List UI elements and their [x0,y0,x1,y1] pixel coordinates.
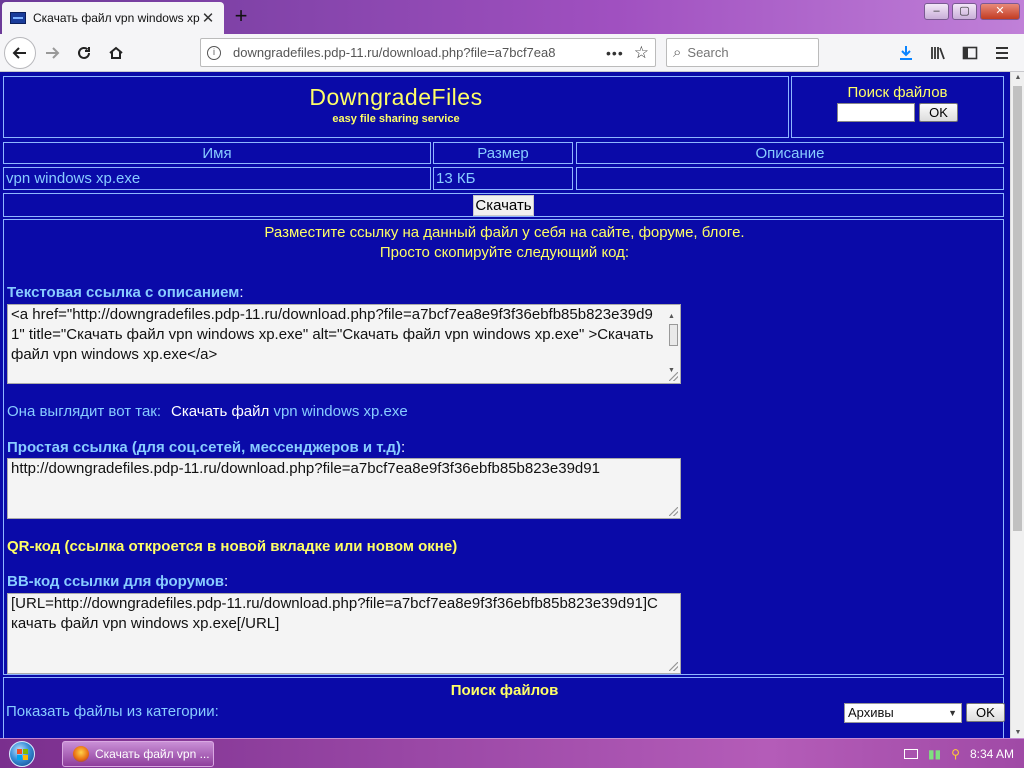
share-message-line2: Просто скопируйте следующий код: [379,244,630,261]
scrollbar-thumb[interactable] [1013,86,1022,531]
back-button[interactable] [4,36,36,69]
search-box[interactable]: ⌕ [666,38,819,67]
close-window-button[interactable]: ✕ [980,3,1020,20]
search-input[interactable] [687,45,798,60]
download-row: Скачать [3,193,1004,217]
bb-code-textarea[interactable]: [URL=http://downgradefiles.pdp-11.ru/dow… [7,593,681,674]
network-icon[interactable]: ▮▮ [928,747,941,761]
page-actions-icon[interactable]: ••• [606,45,624,61]
taskbar-firefox-item[interactable]: Скачать файл vpn ... [62,741,214,767]
maximize-button[interactable]: ▢ [952,3,977,20]
resize-grip-icon[interactable] [669,372,678,381]
category-selected: Архивы [848,705,894,720]
scroll-down-icon[interactable]: ▼ [1013,729,1023,736]
browser-tab[interactable]: Скачать файл vpn windows xp.exe ✕ [2,2,224,34]
tab-title: Скачать файл vpn windows xp.exe [33,11,200,25]
link-preview-filename[interactable]: vpn windows xp.exe [273,403,407,420]
site-info-icon[interactable]: i [207,45,221,60]
category-panel-title: Поиск файлов [450,682,559,699]
category-select[interactable]: Архивы ▼ [844,703,962,723]
tray-search-icon[interactable]: ⚲ [951,747,960,761]
download-button[interactable]: Скачать [473,195,534,216]
site-favicon-icon [10,12,26,24]
category-panel: Поиск файлов Показать файлы из категории… [3,677,1005,738]
file-search-input[interactable] [837,103,916,122]
chevron-down-icon: ▼ [948,708,957,718]
url-text[interactable]: downgradefiles.pdp-11.ru/download.php?fi… [233,45,596,60]
file-name-cell: vpn windows xp.exe [3,167,431,190]
window-controls: – ▢ ✕ [924,3,1020,20]
simple-link-label: Простая ссылка (для соц.сетей, мессендже… [7,439,406,456]
home-button[interactable] [100,37,132,69]
site-title[interactable]: DowngradeFiles [4,84,788,111]
file-search-title: Поиск файлов [847,84,948,101]
link-preview: Она выглядит вот так: Скачать файл vpn wi… [7,403,408,420]
link-preview-label: Она выглядит вот так: [7,403,162,420]
bb-code-text: [URL=http://downgradefiles.pdp-11.ru/dow… [11,595,658,632]
category-label: Показать файлы из категории: [6,703,219,720]
site-header: DowngradeFiles easy file sharing service [3,76,789,138]
nav-toolbar: i downgradefiles.pdp-11.ru/download.php?… [0,34,1024,72]
menu-icon[interactable] [986,38,1018,67]
text-link-label: Текстовая ссылка с описанием: [7,284,244,301]
page-scrollbar[interactable]: ▲ ▼ [1010,72,1024,738]
link-preview-anchor[interactable]: Скачать файл [171,403,269,420]
text-link-code: <a href="http://downgradefiles.pdp-11.ru… [11,306,654,363]
resize-grip-icon[interactable] [669,662,678,671]
qr-code-link[interactable]: QR-код (ссылка откроется в новой вкладке… [7,538,457,555]
sidebar-icon[interactable] [954,38,986,67]
download-icon[interactable] [890,38,922,67]
windows-logo-icon [9,741,35,767]
column-header-name: Имя [3,142,431,164]
arrow-right-icon [46,46,60,59]
clock[interactable]: 8:34 AM [970,747,1014,761]
file-search-panel: Поиск файлов OK [791,76,1004,138]
share-panel: Разместите ссылку на данный файл у себя … [3,219,1004,675]
firefox-icon [73,746,89,762]
simple-link-textarea[interactable]: http://downgradefiles.pdp-11.ru/download… [7,458,681,519]
bb-code-label: BB-код ссылки для форумов: [7,573,229,590]
share-message-line1: Разместите ссылку на данный файл у себя … [264,224,745,241]
keyboard-icon[interactable] [903,749,918,759]
column-header-size: Размер [433,142,573,164]
category-ok-button[interactable]: OK [966,703,1005,722]
taskbar: Скачать файл vpn ... ▮▮ ⚲ 8:34 AM [0,738,1024,768]
page-content: DowngradeFiles easy file sharing service… [0,72,1010,738]
reload-icon [78,46,90,59]
toolbar-icons [890,38,1018,67]
bookmark-star-icon[interactable]: ☆ [634,43,649,63]
text-link-textarea[interactable]: <a href="http://downgradefiles.pdp-11.ru… [7,304,681,384]
taskbar-item-title: Скачать файл vpn ... [95,747,210,761]
library-icon[interactable] [922,38,954,67]
address-bar[interactable]: i downgradefiles.pdp-11.ru/download.php?… [200,38,656,67]
reload-button[interactable] [68,37,100,69]
system-tray: ▮▮ ⚲ 8:34 AM [903,739,1024,768]
resize-grip-icon[interactable] [669,507,678,516]
scroll-up-icon[interactable]: ▲ [1013,74,1023,81]
search-icon: ⌕ [673,44,682,61]
home-icon [109,46,123,59]
new-tab-button[interactable]: + [228,4,254,30]
file-description-cell [576,167,1004,190]
tab-strip: Скачать файл vpn windows xp.exe ✕ + – ▢ … [0,0,1024,34]
forward-button[interactable] [36,37,68,69]
start-button[interactable] [6,739,38,768]
tab-close-icon[interactable]: ✕ [200,9,216,27]
arrow-left-icon [12,46,26,59]
minimize-button[interactable]: – [924,3,949,20]
simple-link-code: http://downgradefiles.pdp-11.ru/download… [11,460,600,477]
textarea-scrollbar[interactable]: ▲ ▼ [667,306,679,382]
file-search-ok-button[interactable]: OK [919,103,958,122]
column-header-description: Описание [576,142,1004,164]
site-subtitle: easy file sharing service [332,113,460,125]
file-size-cell: 13 КБ [433,167,573,190]
